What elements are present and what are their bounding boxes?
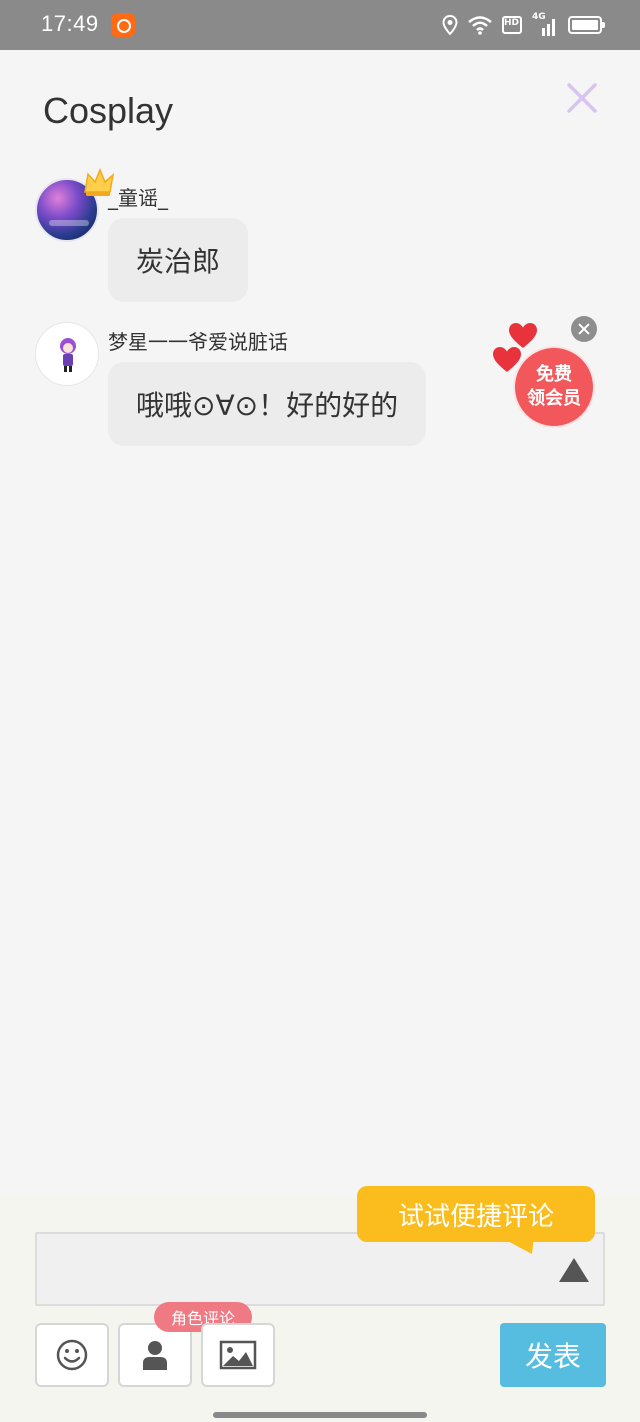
status-icons: HD 4G xyxy=(442,12,605,38)
wifi-icon xyxy=(468,16,492,35)
emoji-icon xyxy=(56,1339,88,1371)
message-text: 哦哦⊙∀⊙！好的好的 xyxy=(136,389,399,422)
status-bar: 17:49 HD 4G xyxy=(0,0,640,50)
battery-icon xyxy=(568,16,605,34)
promo-line-2: 领会员 xyxy=(527,388,581,409)
message-bubble: 炭治郎 xyxy=(108,218,249,302)
message-username[interactable]: _童谣_ xyxy=(108,182,168,211)
role-comment-button[interactable] xyxy=(118,1323,192,1387)
chibi-figure-icon xyxy=(60,338,76,372)
image-icon xyxy=(219,1340,257,1370)
app-badge-icon xyxy=(111,13,135,37)
page-title: Cosplay xyxy=(43,90,174,131)
message-text: 炭治郎 xyxy=(136,245,221,278)
message-bubble: 哦哦⊙∀⊙！好的好的 xyxy=(108,362,427,446)
hd-icon: HD xyxy=(502,16,522,34)
free-vip-promo[interactable]: 免费 领会员 xyxy=(513,346,595,428)
promo-line-1: 免费 xyxy=(536,364,572,385)
message-username[interactable]: 梦星一一爷爱说脏话 xyxy=(108,326,288,355)
tooltip-tail xyxy=(498,1236,534,1254)
image-button[interactable] xyxy=(201,1323,275,1387)
close-icon[interactable] xyxy=(564,80,600,116)
avatar[interactable] xyxy=(35,322,99,386)
tooltip-text: 试试便捷评论 xyxy=(397,1201,554,1232)
signal-icon: 4G xyxy=(532,12,558,36)
comment-input[interactable] xyxy=(49,1242,549,1296)
emoji-button[interactable] xyxy=(35,1323,109,1387)
triangle-up-icon[interactable] xyxy=(557,1256,591,1284)
location-icon xyxy=(442,15,458,35)
submit-button[interactable]: 发表 xyxy=(500,1323,606,1387)
promo-close-icon[interactable] xyxy=(571,316,597,342)
status-time: 17:49 xyxy=(41,11,99,36)
quick-comment-tooltip[interactable]: 试试便捷评论 xyxy=(357,1186,595,1242)
network-label: 4G xyxy=(532,12,546,22)
person-icon xyxy=(143,1341,167,1370)
home-indicator[interactable] xyxy=(213,1412,427,1418)
